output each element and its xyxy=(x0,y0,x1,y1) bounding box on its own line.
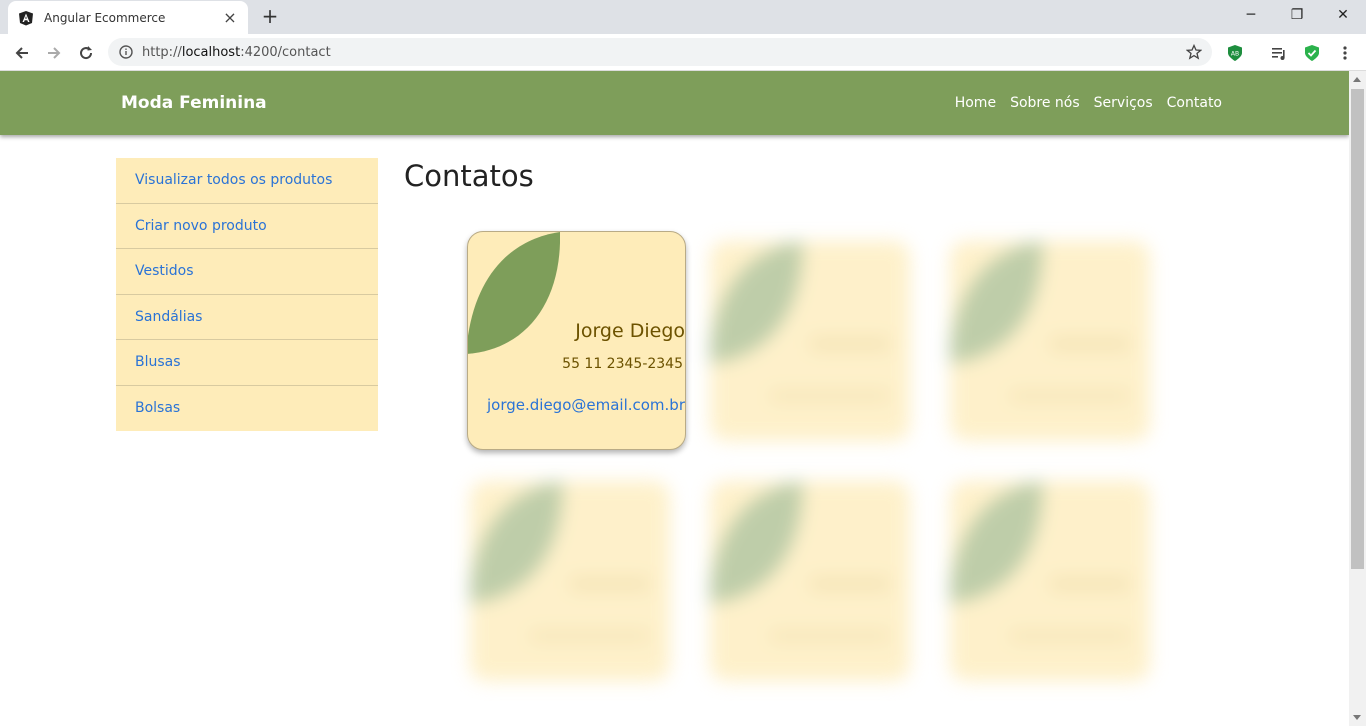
info-icon[interactable] xyxy=(118,44,134,60)
address-bar[interactable]: http://localhost:4200/contact xyxy=(108,38,1212,66)
contact-card-blurred xyxy=(950,241,1150,441)
contact-card-blurred xyxy=(470,481,670,681)
browser-tabstrip: Angular Ecommerce × + ─ ❐ ✕ xyxy=(0,0,1366,34)
new-tab-button[interactable]: + xyxy=(258,4,282,28)
reload-icon xyxy=(80,46,93,60)
sidebar-item-vestidos[interactable]: Vestidos xyxy=(116,249,378,295)
angular-logo-icon xyxy=(18,10,34,26)
nav-link-contato[interactable]: Contato xyxy=(1167,95,1222,111)
page-title: Contatos xyxy=(404,159,534,193)
nav-link-servicos[interactable]: Serviços xyxy=(1094,95,1153,111)
arrow-left-icon xyxy=(15,47,28,59)
sidebar-item-all-products[interactable]: Visualizar todos os produtos xyxy=(116,158,378,204)
leaf-decoration xyxy=(710,241,802,363)
arrow-right-icon xyxy=(48,47,61,59)
contact-card-blurred xyxy=(710,481,910,681)
site-brand[interactable]: Moda Feminina xyxy=(121,93,267,113)
sidebar-item-blusas[interactable]: Blusas xyxy=(116,340,378,386)
contact-phone: 55 11 2345-2345 xyxy=(562,356,683,372)
url-text: http://localhost:4200/contact xyxy=(142,44,331,60)
forward-button[interactable] xyxy=(40,39,68,67)
minimize-button[interactable]: ─ xyxy=(1228,0,1274,30)
tab-close-icon[interactable]: × xyxy=(222,8,238,27)
scroll-down-arrow[interactable] xyxy=(1353,715,1361,720)
restore-button[interactable]: ❐ xyxy=(1274,0,1320,30)
contact-email[interactable]: jorge.diego@email.com.br xyxy=(487,396,685,414)
close-window-button[interactable]: ✕ xyxy=(1320,0,1366,30)
browser-tab[interactable]: Angular Ecommerce × xyxy=(8,1,248,34)
leaf-decoration xyxy=(950,241,1042,363)
window-controls: ─ ❐ ✕ xyxy=(1228,0,1366,34)
web-page: Moda Feminina Home Sobre nós Serviços Co… xyxy=(0,71,1349,726)
site-navbar: Moda Feminina Home Sobre nós Serviços Co… xyxy=(0,71,1349,135)
browser-toolbar: http://localhost:4200/contact AB xyxy=(0,34,1366,71)
leaf-decoration xyxy=(710,481,802,603)
contact-card[interactable]: Jorge Diego 55 11 2345-2345 jorge.diego@… xyxy=(467,231,686,450)
tab-title: Angular Ecommerce xyxy=(44,10,166,25)
star-icon[interactable] xyxy=(1185,43,1203,60)
back-button[interactable] xyxy=(8,39,36,67)
leaf-decoration xyxy=(950,481,1042,603)
sidebar-item-new-product[interactable]: Criar novo produto xyxy=(116,204,378,249)
scroll-thumb[interactable] xyxy=(1351,89,1364,569)
contact-card-blurred xyxy=(950,481,1150,681)
page-scrollbar[interactable] xyxy=(1349,71,1366,726)
nav-link-home[interactable]: Home xyxy=(955,95,996,111)
contact-name: Jorge Diego xyxy=(575,320,685,342)
shield-check-icon[interactable] xyxy=(1303,44,1321,62)
reload-button[interactable] xyxy=(72,39,100,67)
nav-link-sobre[interactable]: Sobre nós xyxy=(1010,95,1080,111)
contact-card-blurred xyxy=(710,241,910,441)
adblock-icon[interactable]: AB xyxy=(1226,44,1244,62)
sidebar-item-bolsas[interactable]: Bolsas xyxy=(116,386,378,432)
leaf-decoration xyxy=(470,481,562,603)
sidebar-item-sandalias[interactable]: Sandálias xyxy=(116,295,378,340)
kebab-menu-icon[interactable] xyxy=(1336,44,1354,62)
playlist-icon[interactable] xyxy=(1270,44,1288,62)
category-sidebar: Visualizar todos os produtos Criar novo … xyxy=(116,158,378,431)
nav-links: Home Sobre nós Serviços Contato xyxy=(955,95,1222,111)
leaf-decoration xyxy=(468,232,560,354)
scroll-up-arrow[interactable] xyxy=(1353,77,1361,82)
svg-text:AB: AB xyxy=(1231,51,1239,58)
